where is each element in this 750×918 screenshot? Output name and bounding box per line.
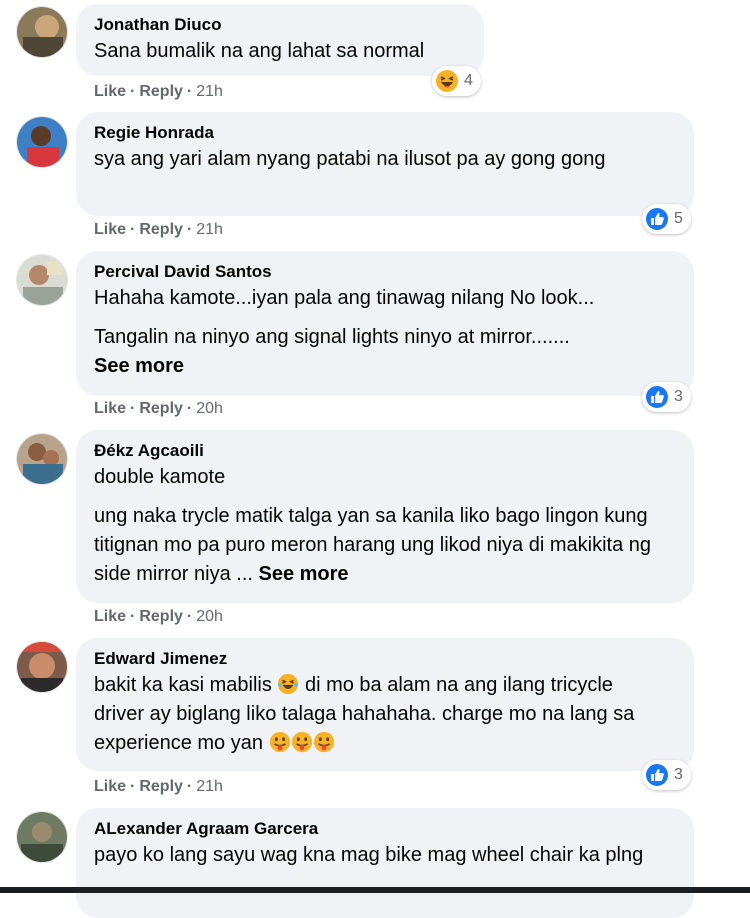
comment-text-body: ung naka trycle matik talga yan sa kanil… [94, 505, 651, 585]
reaction-summary[interactable]: 5 [642, 204, 691, 234]
reaction-summary[interactable]: 3 [642, 760, 691, 790]
like-icon [646, 764, 668, 786]
comment-author[interactable]: Regie Honrada [94, 122, 214, 144]
reply-link[interactable]: Reply [139, 400, 183, 417]
comment-time[interactable]: 21h [196, 221, 223, 238]
separator: · [130, 83, 136, 100]
avatar[interactable] [16, 116, 68, 168]
comment-author[interactable]: Edward Jimenez [94, 648, 227, 670]
window-bottom-edge [0, 887, 750, 893]
like-link[interactable]: Like [94, 608, 126, 625]
comment-text-start: bakit ka kasi mabilis [94, 674, 272, 696]
avatar[interactable] [16, 433, 68, 485]
comment-author[interactable]: Percival David Santos [94, 261, 272, 283]
reply-link[interactable]: Reply [139, 221, 183, 238]
separator: · [130, 221, 136, 238]
separator: · [130, 608, 136, 625]
comment-actions: Like · Reply · 20h [94, 400, 223, 418]
like-icon [646, 386, 668, 408]
like-icon [646, 208, 668, 230]
reaction-count: 3 [674, 388, 683, 405]
see-more-link[interactable]: See more [94, 352, 676, 381]
comment-actions: Like · Reply · 21h [94, 83, 223, 101]
comment-bubble: Edward Jimenez bakit ka kasi mabilis di … [76, 638, 694, 771]
separator: · [186, 221, 193, 238]
comment-author[interactable]: Jonathan Diuco [94, 14, 222, 36]
separator: · [186, 778, 193, 795]
see-more-link[interactable]: See more [259, 563, 349, 585]
separator: · [186, 83, 193, 100]
separator: · [130, 400, 136, 417]
separator: · [186, 400, 193, 417]
haha-emoji-icon [436, 70, 458, 92]
comment-bubble: Regie Honrada sya ang yari alam nyang pa… [76, 112, 694, 216]
comment-actions: Like · Reply · 21h [94, 778, 223, 796]
tongue-emoji-icon [313, 731, 334, 753]
laughing-tears-emoji-icon [278, 673, 299, 695]
reaction-summary[interactable]: 3 [642, 382, 691, 412]
comment-text: Tangalin na ninyo ang signal lights niny… [94, 326, 570, 348]
avatar[interactable] [16, 641, 68, 693]
comment-time[interactable]: 20h [196, 400, 223, 417]
tongue-emoji-icon [269, 731, 290, 753]
comment-author[interactable]: ALexander Agraam Garcera [94, 818, 318, 840]
reaction-summary[interactable]: 4 [432, 66, 481, 96]
comment-actions: Like · Reply · 21h [94, 221, 223, 239]
comment-bubble: Jonathan Diuco Sana bumalik na ang lahat… [76, 4, 484, 76]
avatar[interactable] [16, 6, 68, 58]
comment-bubble: ALexander Agraam Garcera payo ko lang sa… [76, 808, 694, 918]
reply-link[interactable]: Reply [139, 778, 183, 795]
reaction-count: 4 [464, 72, 473, 89]
comment-text: double kamote [94, 466, 226, 488]
comment-author[interactable]: Đékz Agcaoili [94, 440, 204, 462]
like-link[interactable]: Like [94, 221, 126, 238]
comment-bubble: Percival David Santos Hahaha kamote...iy… [76, 251, 694, 396]
reaction-count: 5 [674, 210, 683, 227]
avatar[interactable] [16, 811, 68, 863]
reaction-count: 3 [674, 766, 683, 783]
separator: · [186, 608, 193, 625]
comment-actions: Like · Reply · 20h [94, 608, 223, 626]
comment-time[interactable]: 21h [196, 778, 223, 795]
comment-text: Sana bumalik na ang lahat sa normal [94, 40, 425, 62]
comment-text: bakit ka kasi mabilis di mo ba alam na a… [94, 671, 654, 758]
comment-text: ung naka trycle matik talga yan sa kanil… [94, 502, 684, 589]
like-link[interactable]: Like [94, 778, 126, 795]
comment-text: payo ko lang sayu wag kna mag bike mag w… [94, 844, 644, 866]
comment-bubble: Đékz Agcaoili double kamote ung naka try… [76, 430, 694, 603]
comment-time[interactable]: 21h [196, 83, 223, 100]
avatar[interactable] [16, 254, 68, 306]
comment-text: Hahaha kamote...iyan pala ang tinawag ni… [94, 287, 595, 309]
reply-link[interactable]: Reply [139, 608, 183, 625]
reply-link[interactable]: Reply [139, 83, 183, 100]
comment-text: sya ang yari alam nyang patabi na ilusot… [94, 148, 606, 170]
comment-time[interactable]: 20h [196, 608, 223, 625]
separator: · [130, 778, 136, 795]
like-link[interactable]: Like [94, 83, 126, 100]
like-link[interactable]: Like [94, 400, 126, 417]
tongue-emoji-icon [291, 731, 312, 753]
